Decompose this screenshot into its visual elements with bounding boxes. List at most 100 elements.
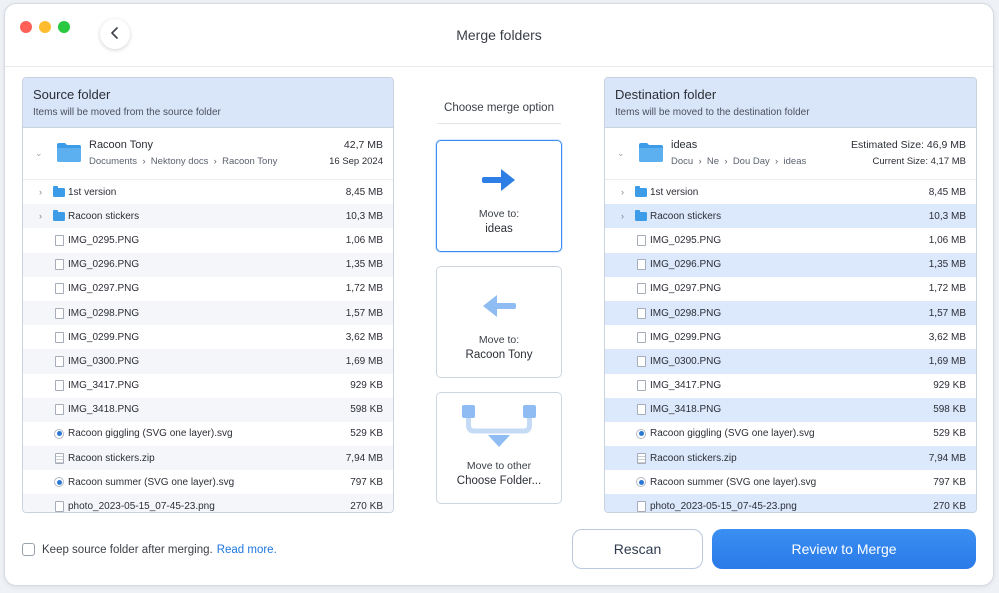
item-name: IMG_0297.PNG (68, 283, 140, 295)
chevron-right-icon: › (772, 156, 781, 167)
title-divider (5, 66, 993, 67)
file-row[interactable]: Racoon stickers.zip 7,94 MB (605, 446, 976, 471)
file-row[interactable]: IMG_0296.PNG 1,35 MB (23, 252, 393, 277)
item-name: IMG_0297.PNG (650, 283, 722, 295)
file-row[interactable]: photo_2023-05-15_07-45-23.png 270 KB (605, 494, 976, 513)
item-size: 1,57 MB (345, 307, 383, 319)
move-to-source-option[interactable]: Move to: Racoon Tony (436, 266, 562, 378)
file-row[interactable]: IMG_3418.PNG 598 KB (23, 397, 393, 422)
file-row[interactable]: IMG_0300.PNG 1,69 MB (23, 349, 393, 374)
chevron-down-icon[interactable]: ⌄ (617, 148, 625, 159)
estimated-size: Estimated Size: 46,9 MB (851, 139, 966, 151)
folder-row-item[interactable]: › Racoon stickers 10,3 MB (23, 204, 393, 229)
folder-icon (638, 141, 664, 163)
keep-source-option: Keep source folder after merging. Read m… (22, 543, 277, 556)
item-name: Racoon giggling (SVG one layer).svg (68, 428, 233, 440)
destination-file-list: › 1st version 8,45 MB › Racoon stickers 10,3 … (605, 180, 976, 513)
file-row[interactable]: photo_2023-05-15_07-45-23.png 270 KB (23, 494, 393, 513)
item-name: IMG_0295.PNG (68, 234, 140, 246)
item-name: photo_2023-05-15_07-45-23.png (68, 501, 215, 513)
source-folder-date: 16 Sep 2024 (329, 156, 383, 167)
file-row[interactable]: IMG_0298.PNG 1,57 MB (23, 300, 393, 326)
chevron-down-icon[interactable]: ⌄ (35, 148, 43, 159)
item-size: 797 KB (933, 476, 966, 488)
file-icon (53, 234, 65, 246)
move-to-destination-option[interactable]: Move to: ideas (436, 140, 562, 252)
item-name: photo_2023-05-15_07-45-23.png (650, 501, 797, 513)
chevron-right-icon: › (721, 156, 731, 167)
item-size: 529 KB (933, 428, 966, 440)
file-row[interactable]: IMG_3418.PNG 598 KB (605, 397, 976, 422)
review-to-merge-button[interactable]: Review to Merge (712, 529, 976, 569)
destination-folder-path: Docu › Ne › Dou Day › ideas (671, 156, 806, 167)
folder-row-item[interactable]: › 1st version 8,45 MB (23, 180, 393, 204)
chevron-right-icon[interactable]: › (621, 211, 624, 221)
item-size: 8,45 MB (928, 186, 966, 198)
file-row[interactable]: IMG_0297.PNG 1,72 MB (605, 277, 976, 301)
destination-folder-row[interactable]: ⌄ ideas Docu › Ne › Dou Day › ideas Esti… (605, 128, 976, 180)
file-row[interactable]: IMG_0299.PNG 3,62 MB (605, 325, 976, 349)
file-row[interactable]: IMG_0300.PNG 1,69 MB (605, 349, 976, 374)
file-row[interactable]: Racoon stickers.zip 7,94 MB (23, 446, 393, 471)
file-row[interactable]: IMG_0295.PNG 1,06 MB (605, 228, 976, 252)
folder-row-item[interactable]: › 1st version 8,45 MB (605, 180, 976, 204)
file-row[interactable]: Racoon summer (SVG one layer).svg 797 KB (23, 470, 393, 494)
file-row[interactable]: IMG_0295.PNG 1,06 MB (23, 228, 393, 252)
item-size: 1,06 MB (928, 234, 966, 246)
svg-file-icon (635, 428, 647, 440)
path-segment: Nektony docs (150, 156, 209, 167)
item-size: 929 KB (350, 380, 383, 392)
app-window: Merge folders Source folder Items will b… (4, 3, 994, 586)
file-row[interactable]: IMG_0297.PNG 1,72 MB (23, 277, 393, 301)
path-segment: Docu (671, 156, 694, 167)
destination-panel-title: Destination folder (615, 87, 717, 102)
path-segment: Ne (706, 156, 720, 167)
move-to-other-folder-option[interactable]: Move to other Choose Folder... (436, 392, 562, 504)
file-icon (53, 283, 65, 295)
chevron-right-icon[interactable]: › (39, 187, 42, 197)
item-size: 1,69 MB (345, 355, 383, 367)
item-name: IMG_0298.PNG (650, 307, 722, 319)
folder-icon (635, 209, 647, 222)
item-name: IMG_3418.PNG (650, 404, 722, 416)
rescan-button[interactable]: Rescan (572, 529, 703, 569)
item-name: IMG_0298.PNG (68, 307, 140, 319)
item-name: IMG_0296.PNG (650, 259, 722, 271)
file-icon (635, 380, 647, 392)
file-row[interactable]: IMG_3417.PNG 929 KB (605, 374, 976, 398)
file-icon (635, 331, 647, 343)
read-more-link[interactable]: Read more. (217, 544, 277, 556)
item-name: IMG_0300.PNG (650, 355, 722, 367)
item-size: 929 KB (933, 380, 966, 392)
source-folder-row[interactable]: ⌄ Racoon Tony Documents › Nektony docs ›… (23, 128, 393, 180)
path-segment: Dou Day (732, 156, 770, 167)
file-row[interactable]: IMG_0298.PNG 1,57 MB (605, 300, 976, 326)
keep-source-label: Keep source folder after merging. (42, 543, 213, 556)
chevron-right-icon: › (139, 156, 149, 167)
destination-panel: Destination folder Items will be moved t… (604, 77, 977, 513)
item-size: 10,3 MB (928, 210, 966, 222)
source-panel: Source folder Items will be moved from t… (22, 77, 394, 513)
item-name: Racoon stickers (68, 210, 140, 222)
keep-source-checkbox[interactable] (22, 543, 35, 556)
folder-row-item[interactable]: › Racoon stickers 10,3 MB (605, 204, 976, 229)
item-name: IMG_3417.PNG (650, 380, 722, 392)
file-icon (53, 501, 65, 512)
option-line1: Move to: (478, 208, 520, 220)
file-row[interactable]: IMG_0299.PNG 3,62 MB (23, 325, 393, 349)
file-row[interactable]: Racoon summer (SVG one layer).svg 797 KB (605, 470, 976, 494)
item-size: 1,57 MB (928, 307, 966, 319)
file-icon (635, 307, 647, 319)
file-row[interactable]: Racoon giggling (SVG one layer).svg 529 K… (605, 422, 976, 446)
chevron-right-icon[interactable]: › (39, 211, 42, 221)
chevron-right-icon[interactable]: › (621, 187, 624, 197)
file-row[interactable]: Racoon giggling (SVG one layer).svg 529 K… (23, 422, 393, 446)
file-row[interactable]: IMG_0296.PNG 1,35 MB (605, 252, 976, 277)
item-size: 1,35 MB (928, 259, 966, 271)
file-row[interactable]: IMG_3417.PNG 929 KB (23, 374, 393, 398)
path-segment: ideas (783, 156, 807, 167)
item-size: 270 KB (933, 501, 966, 513)
item-name: Racoon giggling (SVG one layer).svg (650, 428, 815, 440)
item-name: IMG_0299.PNG (68, 331, 140, 343)
item-size: 10,3 MB (345, 210, 383, 222)
